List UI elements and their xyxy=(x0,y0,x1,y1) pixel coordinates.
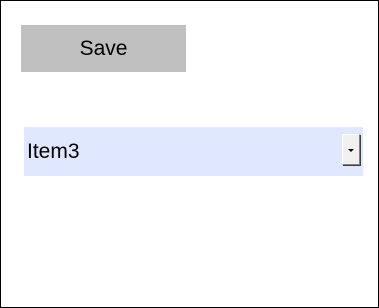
chevron-down-icon xyxy=(348,148,354,152)
item-dropdown[interactable]: Item3 xyxy=(24,127,363,176)
save-button[interactable]: Save xyxy=(21,25,186,72)
dropdown-selected-value: Item3 xyxy=(27,140,80,163)
dropdown-toggle-button[interactable] xyxy=(342,134,360,165)
window-frame: Save Item3 xyxy=(0,0,379,308)
